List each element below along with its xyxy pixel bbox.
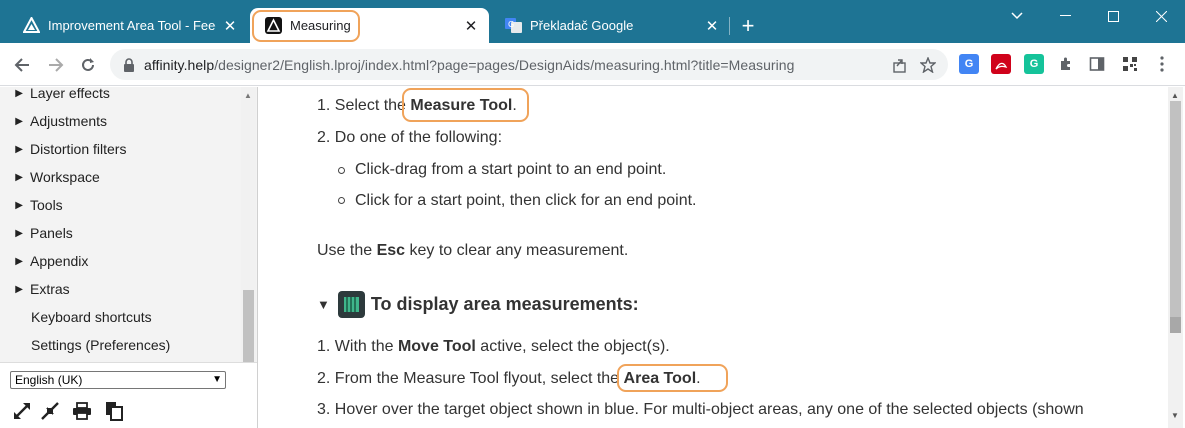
toc-item-layer-effects[interactable]: ▶ Layer effects bbox=[0, 87, 240, 105]
tab-strip: Improvement Area Tool - Feedback ✕ Measu… bbox=[0, 0, 1185, 43]
qr-code-icon[interactable] bbox=[1120, 54, 1140, 74]
collapse-triangle-icon[interactable]: ▼ bbox=[317, 297, 330, 312]
bullet-item: Click for a start point, then click for … bbox=[355, 192, 697, 209]
toc-item-adjustments[interactable]: ▶ Adjustments bbox=[0, 109, 240, 133]
help-sidebar: ▶ Layer effects ▶ Adjustments ▶ Distorti… bbox=[0, 87, 258, 428]
expand-arrow-icon[interactable]: ▶ bbox=[0, 256, 30, 267]
svg-text:G: G bbox=[508, 20, 514, 29]
expand-all-icon[interactable] bbox=[11, 400, 33, 422]
google-translate-extension-icon[interactable]: G bbox=[959, 54, 979, 74]
google-translate-icon: G bbox=[504, 17, 522, 35]
language-select[interactable]: English (UK) ▼ bbox=[10, 371, 226, 389]
area-tool-icon bbox=[337, 291, 365, 318]
tab-separator bbox=[729, 17, 730, 35]
expand-arrow-icon[interactable]: ▶ bbox=[0, 284, 30, 295]
section-heading[interactable]: ▼ To display area measurements: bbox=[317, 291, 639, 318]
sidebar-scroll-thumb[interactable] bbox=[243, 290, 254, 362]
page-scroll-thumb-handle[interactable] bbox=[1170, 317, 1181, 333]
tab-google-translate[interactable]: G Překladač Google ✕ bbox=[490, 8, 730, 43]
toc-item-panels[interactable]: ▶ Panels bbox=[0, 221, 240, 245]
toc-item-keyboard-shortcuts[interactable]: Keyboard shortcuts bbox=[0, 305, 240, 329]
expand-arrow-icon[interactable]: ▶ bbox=[0, 200, 30, 211]
expand-arrow-icon[interactable]: ▶ bbox=[0, 88, 30, 99]
tab-close-icon[interactable]: ✕ bbox=[463, 18, 479, 35]
expand-arrow-icon[interactable]: ▶ bbox=[0, 172, 30, 183]
expand-arrow-icon[interactable]: ▶ bbox=[0, 116, 30, 127]
share-icon[interactable] bbox=[886, 51, 914, 79]
bullet-marker bbox=[338, 167, 345, 174]
forward-button[interactable] bbox=[42, 51, 70, 79]
scroll-down-arrow-icon[interactable]: ▼ bbox=[1171, 411, 1179, 420]
new-tab-button[interactable]: + bbox=[736, 13, 760, 38]
step-3-area: 3. Hover over the target object shown in… bbox=[317, 401, 1084, 418]
sidebar-scrollbar[interactable]: ▲ bbox=[241, 87, 256, 362]
scroll-up-arrow-icon[interactable]: ▲ bbox=[244, 91, 252, 100]
step-2-measure: 2. Do one of the following: bbox=[317, 129, 503, 146]
tab-title: Improvement Area Tool - Feedback bbox=[48, 18, 216, 33]
browser-menu-icon[interactable] bbox=[1152, 54, 1172, 74]
sidebar-footer: English (UK) ▼ bbox=[0, 362, 257, 428]
reload-button[interactable] bbox=[74, 51, 102, 79]
maximize-button[interactable] bbox=[1089, 0, 1137, 32]
close-window-button[interactable] bbox=[1137, 0, 1185, 32]
toc-item-workspace[interactable]: ▶ Workspace bbox=[0, 165, 240, 189]
bullet-marker bbox=[338, 197, 345, 204]
tab-close-icon[interactable]: ✕ bbox=[704, 18, 720, 35]
minimize-button[interactable] bbox=[1041, 0, 1089, 32]
measure-tool-highlight bbox=[402, 88, 529, 122]
expand-arrow-icon[interactable]: ▶ bbox=[0, 144, 30, 155]
window-controls bbox=[993, 0, 1185, 32]
tab-improvement-area-tool[interactable]: Improvement Area Tool - Feedback ✕ bbox=[8, 8, 248, 43]
extensions-puzzle-icon[interactable] bbox=[1056, 54, 1076, 74]
print-icon[interactable] bbox=[71, 400, 93, 422]
pdf-extension-icon[interactable] bbox=[991, 54, 1011, 74]
lock-icon[interactable] bbox=[114, 57, 144, 72]
page-scroll-thumb[interactable] bbox=[1170, 101, 1181, 323]
toc-item-extras[interactable]: ▶ Extras bbox=[0, 277, 240, 301]
affinity-logo-icon bbox=[22, 17, 40, 35]
copy-icon[interactable] bbox=[103, 400, 125, 422]
tab-title: Překladač Google bbox=[530, 18, 634, 33]
browser-toolbar: affinity.help/designer2/English.lproj/in… bbox=[0, 43, 1185, 86]
side-panel-icon[interactable] bbox=[1087, 54, 1107, 74]
url-text[interactable]: affinity.help/designer2/English.lproj/in… bbox=[144, 57, 886, 73]
expand-arrow-icon[interactable]: ▶ bbox=[0, 228, 30, 239]
back-button[interactable] bbox=[8, 51, 36, 79]
chevron-down-icon: ▼ bbox=[212, 374, 222, 385]
help-article: 1. Select the Measure Tool. 2. Do one of… bbox=[259, 87, 1152, 428]
scroll-up-arrow-icon[interactable]: ▲ bbox=[1171, 91, 1179, 100]
esc-note: Use the Esc key to clear any measurement… bbox=[317, 242, 629, 259]
tab-highlight-outline bbox=[252, 10, 360, 42]
page-scrollbar[interactable]: ▲ ▼ bbox=[1152, 87, 1185, 428]
collapse-all-icon[interactable] bbox=[39, 400, 61, 422]
toc-item-settings[interactable]: Settings (Preferences) bbox=[0, 333, 240, 357]
area-tool-highlight bbox=[617, 364, 728, 392]
toc-item-appendix[interactable]: ▶ Appendix bbox=[0, 249, 240, 273]
step-1-area: 1. With the Move Tool active, select the… bbox=[317, 338, 670, 355]
tab-close-icon[interactable]: ✕ bbox=[222, 18, 238, 35]
bullet-item: Click-drag from a start point to an end … bbox=[355, 161, 667, 178]
bookmark-star-icon[interactable] bbox=[914, 51, 942, 79]
toc-item-distortion-filters[interactable]: ▶ Distortion filters bbox=[0, 137, 240, 161]
toc-list: ▶ Layer effects ▶ Adjustments ▶ Distorti… bbox=[0, 87, 241, 362]
toc-item-tools[interactable]: ▶ Tools bbox=[0, 193, 240, 217]
grammarly-extension-icon[interactable]: G bbox=[1024, 54, 1044, 74]
tab-search-chevron-icon[interactable] bbox=[993, 0, 1041, 32]
address-bar[interactable]: affinity.help/designer2/English.lproj/in… bbox=[110, 49, 948, 80]
